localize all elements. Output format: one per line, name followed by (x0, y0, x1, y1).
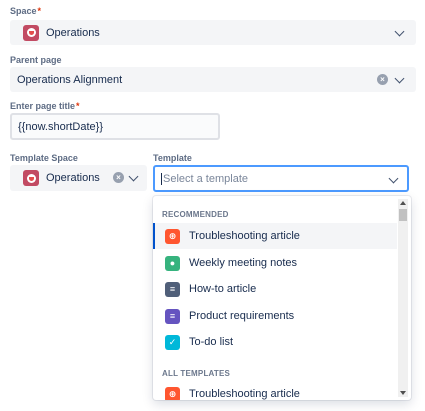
template-placeholder: Select a template (163, 172, 248, 185)
template-dropdown-menu[interactable]: RECOMMENDED ⊕ Troubleshooting article ● … (153, 196, 411, 400)
template-space-value: Operations (46, 172, 100, 184)
template-option-how-to[interactable]: ≡ How-to article (153, 276, 397, 302)
requirements-icon: ≡ (165, 308, 180, 324)
chevron-down-icon[interactable] (388, 173, 399, 184)
template-option-troubleshooting[interactable]: ⊕ Troubleshooting article (153, 381, 397, 400)
meeting-notes-icon: ● (165, 255, 180, 271)
chevron-down-icon[interactable] (128, 171, 139, 182)
text-caret (161, 172, 162, 185)
troubleshooting-icon: ⊕ (165, 386, 180, 400)
scrollbar-thumb[interactable] (399, 209, 407, 221)
space-avatar-icon (23, 170, 39, 186)
todo-icon: ✓ (165, 334, 180, 350)
troubleshooting-icon: ⊕ (165, 228, 180, 244)
chevron-down-icon[interactable] (394, 73, 405, 84)
menu-scrollbar[interactable] (398, 199, 408, 397)
template-label: Template (153, 153, 192, 163)
page-title-label: Enter page title* (10, 101, 80, 111)
page-title-value: {{now.shortDate}} (18, 121, 104, 133)
option-label: Product requirements (189, 310, 295, 322)
scroll-down-arrow-icon[interactable] (400, 391, 406, 395)
space-value: Operations (46, 26, 100, 39)
template-option-product-requirements[interactable]: ≡ Product requirements (153, 303, 397, 329)
parent-page-select[interactable]: Operations Alignment × (10, 67, 416, 92)
template-select[interactable]: Select a template (153, 165, 409, 192)
template-space-label: Template Space (10, 153, 78, 163)
template-option-weekly-meeting-notes[interactable]: ● Weekly meeting notes (153, 250, 397, 276)
clear-icon[interactable]: × (113, 172, 124, 183)
option-label: Troubleshooting article (189, 230, 300, 242)
parent-page-label: Parent page (10, 55, 62, 65)
how-to-icon: ≡ (165, 281, 180, 297)
option-label: How-to article (189, 283, 257, 295)
scroll-up-arrow-icon[interactable] (400, 201, 406, 205)
clear-icon[interactable]: × (377, 74, 388, 85)
option-label: Troubleshooting article (189, 388, 300, 400)
chevron-down-icon[interactable] (394, 26, 405, 37)
space-avatar-icon (23, 24, 39, 41)
parent-page-value: Operations Alignment (17, 73, 123, 86)
template-option-troubleshooting[interactable]: ⊕ Troubleshooting article (153, 223, 397, 249)
group-title-all-templates: ALL TEMPLATES (162, 369, 231, 378)
space-select[interactable]: Operations (10, 20, 416, 45)
space-label: Space* (10, 6, 42, 16)
group-title-recommended: RECOMMENDED (162, 210, 229, 219)
option-label: To-do list (189, 336, 234, 348)
page-title-input[interactable]: {{now.shortDate}} (10, 113, 220, 140)
option-label: Weekly meeting notes (189, 257, 298, 269)
template-space-select[interactable]: Operations × (10, 165, 147, 191)
template-option-todo-list[interactable]: ✓ To-do list (153, 329, 397, 355)
